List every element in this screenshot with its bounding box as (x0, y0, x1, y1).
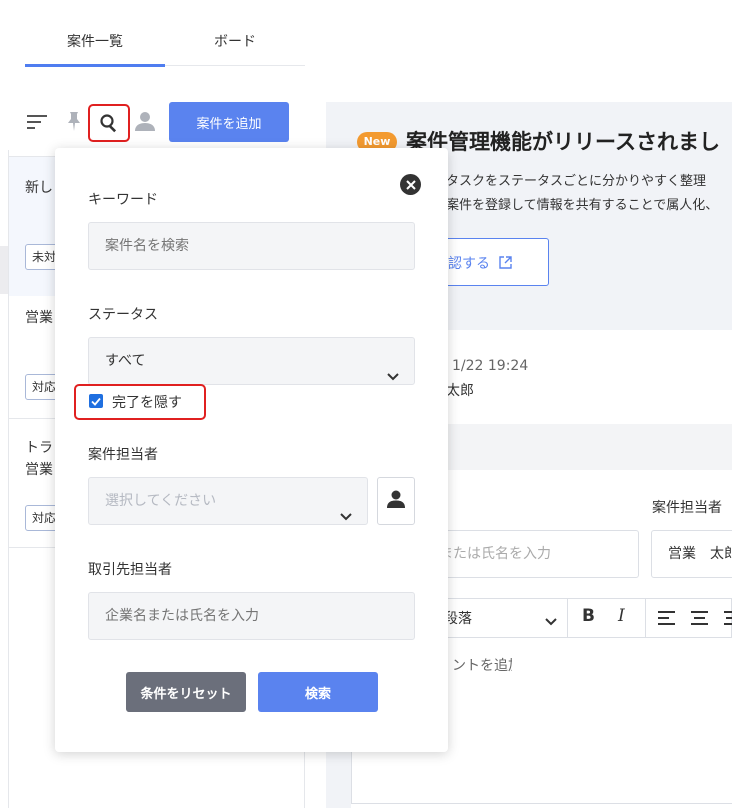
list-item-title: トラ (25, 440, 53, 456)
close-icon[interactable] (400, 174, 421, 195)
assignee-select[interactable]: 営業 太郎 (651, 530, 732, 578)
announcement-text: タスクをステータスごとに分かりやすく整理 (446, 174, 707, 189)
assignee-placeholder: 選択してください (105, 493, 217, 509)
panel-border (8, 150, 9, 808)
list-item-title: 新し (25, 180, 53, 196)
chevron-down-icon (386, 355, 400, 401)
toolbar-divider (645, 598, 646, 638)
hide-completed-checkbox[interactable] (89, 394, 103, 408)
keyword-input[interactable] (88, 222, 415, 270)
client-contact-input[interactable]: 企業名または氏名を入力 (420, 530, 639, 578)
assignee-label: 案件担当者 (652, 500, 722, 516)
announcement-text: 案件を登録して情報を共有することで属人化、 (446, 198, 719, 213)
italic-icon[interactable]: I (618, 606, 625, 626)
editor-placeholder: コメントを追加 (452, 658, 512, 674)
list-item-title: 営業 (25, 310, 53, 326)
person-icon (386, 489, 406, 513)
status-label: ステータス (88, 307, 158, 323)
author-name: 太郎 (446, 383, 474, 399)
search-popup: キーワード ステータス すべて 完了を隠す 案件担当者 選択してください 取引先… (55, 148, 448, 752)
search-button[interactable]: 検索 (258, 672, 378, 712)
status-select[interactable]: すべて (88, 337, 415, 385)
chevron-down-icon (339, 495, 353, 541)
status-select-value: すべて (105, 353, 146, 369)
align-center-icon[interactable] (691, 610, 708, 630)
external-link-icon (499, 256, 512, 273)
assignee-label: 案件担当者 (88, 447, 158, 463)
list-item-subtitle: 営業 (25, 462, 53, 478)
paragraph-style-select[interactable]: 段落 (444, 608, 472, 628)
sort-icon[interactable] (24, 110, 50, 134)
pin-icon[interactable] (62, 108, 86, 134)
client-contact-input[interactable] (88, 592, 415, 640)
tab-board[interactable]: ボード (165, 24, 305, 66)
view-tabs: 案件一覧 ボード (25, 24, 305, 67)
person-icon[interactable] (132, 108, 158, 134)
tab-case-list[interactable]: 案件一覧 (25, 24, 165, 66)
active-tab-underline (25, 64, 165, 67)
assignee-select[interactable]: 選択してください (88, 477, 368, 525)
chevron-down-icon[interactable] (544, 612, 558, 631)
bold-icon[interactable]: B (582, 606, 595, 626)
add-case-button[interactable]: 案件を追加 (169, 102, 289, 142)
keyword-label: キーワード (88, 192, 158, 208)
hide-completed-option[interactable]: 完了を隠す (74, 384, 206, 420)
client-contact-label: 取引先担当者 (88, 562, 172, 578)
announcement-title: 案件管理機能がリリースされまし (406, 130, 720, 154)
reset-button[interactable]: 条件をリセット (126, 672, 246, 712)
timestamp: 1/22 19:24 (452, 358, 529, 374)
align-right-icon[interactable] (724, 610, 732, 630)
search-icon[interactable] (88, 104, 130, 142)
toolbar-divider (567, 598, 568, 638)
select-self-button[interactable] (377, 477, 415, 525)
hide-completed-label: 完了を隠す (112, 395, 182, 411)
align-left-icon[interactable] (658, 610, 675, 630)
